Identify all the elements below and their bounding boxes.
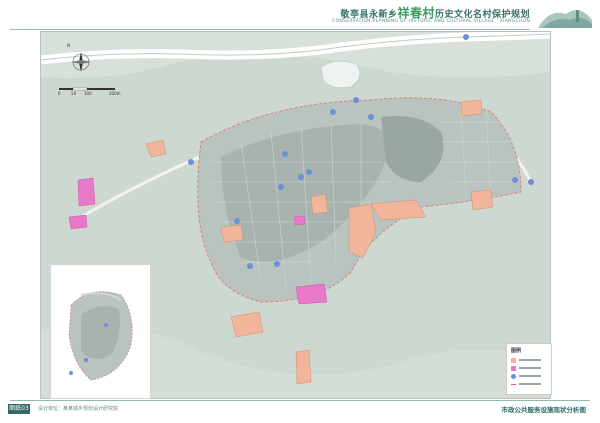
parcel (220, 224, 244, 243)
header: 敬亭县永新乡祥春村历史文化名村保护规划 CONSERVATION PLANNIN… (0, 0, 600, 30)
parcel (460, 99, 483, 117)
title-village: 祥春村 (397, 6, 435, 20)
parcel (295, 283, 328, 305)
parcel (310, 193, 329, 215)
legend-item (511, 381, 541, 387)
legend-item-label (519, 359, 541, 361)
parcel (68, 214, 88, 230)
legend-title: 图例 (511, 348, 522, 354)
scale-label: 200m (109, 91, 121, 96)
legend-item (511, 365, 541, 371)
legend-item (511, 357, 541, 363)
page-number-badge: 图纸03 (8, 404, 30, 414)
design-unit-label: 设计单位：某某城乡规划设计研究院 (38, 406, 119, 412)
scale-label: 50 (71, 91, 77, 96)
legend-item-label (519, 375, 541, 377)
legend-swatch (511, 365, 516, 371)
pond (320, 60, 361, 88)
legend-item-label (519, 383, 541, 385)
parcel (295, 349, 312, 385)
parcel (77, 177, 96, 207)
drawing-title: 市政公共服务设施现状分析图 (501, 406, 587, 414)
location-inset-map[interactable] (50, 264, 151, 399)
map-legend: 图例 (506, 343, 552, 395)
parcel (470, 189, 494, 211)
legend-swatch (511, 383, 516, 385)
inset-canvas (51, 265, 150, 398)
parcel (293, 215, 306, 226)
footer-divider (10, 400, 590, 401)
landscape-logo-icon (538, 10, 592, 28)
north-label: N (67, 43, 70, 48)
legend-swatch (511, 373, 516, 379)
header-divider (10, 29, 530, 30)
legend-item-label (519, 367, 541, 369)
plan-subtitle: CONSERVATION PLANNING OF HISTORIC AND CU… (332, 19, 530, 24)
scale-label: 100 (84, 91, 92, 96)
legend-swatch (511, 357, 516, 363)
legend-item (511, 373, 541, 379)
